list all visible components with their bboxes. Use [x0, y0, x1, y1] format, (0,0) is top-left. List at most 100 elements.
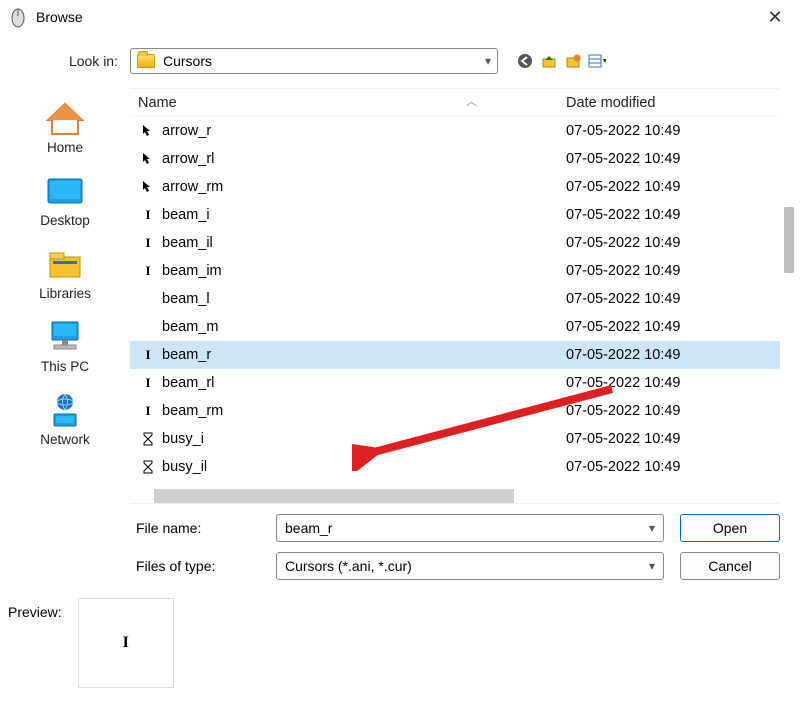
- ibeam-icon: I: [138, 235, 158, 251]
- file-row[interactable]: Ibeam_i07-05-2022 10:49: [130, 201, 780, 229]
- file-date: 07-05-2022 10:49: [566, 431, 780, 447]
- thispc-icon: [43, 319, 87, 355]
- file-row[interactable]: Ibeam_r07-05-2022 10:49: [130, 341, 780, 369]
- chevron-down-icon: ▾: [485, 54, 491, 68]
- filename-label: File name:: [136, 520, 276, 536]
- file-row[interactable]: Ibeam_im07-05-2022 10:49: [130, 257, 780, 285]
- mouse-icon: [10, 6, 28, 28]
- file-row[interactable]: arrow_r07-05-2022 10:49: [130, 117, 780, 145]
- file-row[interactable]: Ibeam_rm07-05-2022 10:49: [130, 397, 780, 425]
- window-title: Browse: [36, 9, 83, 25]
- file-row[interactable]: arrow_rm07-05-2022 10:49: [130, 173, 780, 201]
- file-row[interactable]: beam_m07-05-2022 10:49: [130, 313, 780, 341]
- preview-box: I: [78, 598, 174, 688]
- chevron-down-icon: ▾: [649, 559, 655, 573]
- column-headers[interactable]: Name Date modified ︿: [130, 89, 780, 117]
- bottom-form: File name: beam_r ▾ Open Files of type: …: [0, 504, 800, 580]
- arrow-icon: [138, 124, 158, 138]
- file-row[interactable]: busy_il07-05-2022 10:49: [130, 453, 780, 481]
- file-row[interactable]: Ibeam_il07-05-2022 10:49: [130, 229, 780, 257]
- libraries-icon: [43, 246, 87, 282]
- file-date: 07-05-2022 10:49: [566, 291, 780, 307]
- chevron-down-icon: ▾: [649, 521, 655, 535]
- sort-up-icon: ︿: [466, 93, 477, 109]
- file-name: beam_l: [158, 291, 566, 307]
- filename-value: beam_r: [285, 520, 332, 536]
- arrow-icon: [138, 180, 158, 194]
- place-thispc[interactable]: This PC: [0, 315, 130, 378]
- file-name: beam_im: [158, 263, 566, 279]
- place-home-label: Home: [47, 140, 83, 155]
- place-desktop[interactable]: Desktop: [0, 169, 130, 232]
- look-in-label: Look in:: [0, 53, 130, 69]
- file-name: beam_rl: [158, 375, 566, 391]
- folder-icon: [137, 54, 155, 68]
- desktop-icon: [43, 173, 87, 209]
- look-in-dropdown[interactable]: Cursors ▾: [130, 48, 498, 74]
- file-row[interactable]: arrow_rl07-05-2022 10:49: [130, 145, 780, 173]
- file-date: 07-05-2022 10:49: [566, 151, 780, 167]
- toolbar-icons: [516, 52, 606, 70]
- new-folder-icon[interactable]: [564, 52, 582, 70]
- view-menu-icon[interactable]: [588, 52, 606, 70]
- ibeam-icon: I: [138, 403, 158, 419]
- file-name: arrow_rm: [158, 179, 566, 195]
- filetype-label: Files of type:: [136, 558, 276, 574]
- ibeam-icon: I: [138, 263, 158, 279]
- hourglass-icon: [138, 432, 158, 446]
- file-name: beam_m: [158, 319, 566, 335]
- file-name: busy_i: [158, 431, 566, 447]
- file-date: 07-05-2022 10:49: [566, 123, 780, 139]
- back-icon[interactable]: [516, 52, 534, 70]
- place-network[interactable]: Network: [0, 388, 130, 451]
- open-button[interactable]: Open: [680, 514, 780, 542]
- filetype-field[interactable]: Cursors (*.ani, *.cur) ▾: [276, 552, 664, 580]
- ibeam-icon: I: [138, 375, 158, 391]
- file-date: 07-05-2022 10:49: [566, 235, 780, 251]
- file-row[interactable]: Ibeam_rl07-05-2022 10:49: [130, 369, 780, 397]
- file-name: beam_rm: [158, 403, 566, 419]
- up-folder-icon[interactable]: [540, 52, 558, 70]
- file-name: busy_il: [158, 459, 566, 475]
- place-home[interactable]: Home: [0, 96, 130, 159]
- cancel-button[interactable]: Cancel: [680, 552, 780, 580]
- preview-label: Preview:: [8, 598, 62, 620]
- file-date: 07-05-2022 10:49: [566, 263, 780, 279]
- file-date: 07-05-2022 10:49: [566, 319, 780, 335]
- file-rows: arrow_r07-05-2022 10:49arrow_rl07-05-202…: [130, 117, 780, 489]
- file-date: 07-05-2022 10:49: [566, 403, 780, 419]
- horizontal-scrollbar[interactable]: [154, 489, 514, 503]
- look-in-value: Cursors: [163, 53, 212, 69]
- ibeam-icon: I: [138, 207, 158, 223]
- col-name[interactable]: Name: [138, 95, 566, 111]
- network-icon: [43, 392, 87, 428]
- filetype-value: Cursors (*.ani, *.cur): [285, 558, 412, 574]
- file-name: beam_i: [158, 207, 566, 223]
- file-date: 07-05-2022 10:49: [566, 459, 780, 475]
- vertical-scrollbar[interactable]: [784, 207, 794, 273]
- title-bar: Browse ✕: [0, 0, 800, 34]
- file-name: beam_il: [158, 235, 566, 251]
- file-date: 07-05-2022 10:49: [566, 347, 780, 363]
- home-icon: [43, 100, 87, 136]
- file-name: arrow_r: [158, 123, 566, 139]
- file-name: arrow_rl: [158, 151, 566, 167]
- filename-field[interactable]: beam_r ▾: [276, 514, 664, 542]
- hourglass-icon: [138, 460, 158, 474]
- place-libraries[interactable]: Libraries: [0, 242, 130, 305]
- file-list-pane: Name Date modified ︿ arrow_r07-05-2022 1…: [130, 88, 780, 504]
- place-libraries-label: Libraries: [39, 286, 91, 301]
- file-date: 07-05-2022 10:49: [566, 179, 780, 195]
- close-button[interactable]: ✕: [760, 7, 790, 28]
- file-name: beam_r: [158, 347, 566, 363]
- file-row[interactable]: busy_i07-05-2022 10:49: [130, 425, 780, 453]
- file-date: 07-05-2022 10:49: [566, 207, 780, 223]
- ibeam-icon: I: [123, 634, 129, 652]
- ibeam-icon: I: [138, 347, 158, 363]
- places-bar: Home Desktop Libraries This PC Network: [0, 88, 130, 504]
- file-date: 07-05-2022 10:49: [566, 375, 780, 391]
- file-row[interactable]: beam_l07-05-2022 10:49: [130, 285, 780, 313]
- place-network-label: Network: [40, 432, 90, 447]
- main-area: Home Desktop Libraries This PC Network: [0, 88, 800, 504]
- col-date[interactable]: Date modified: [566, 95, 780, 111]
